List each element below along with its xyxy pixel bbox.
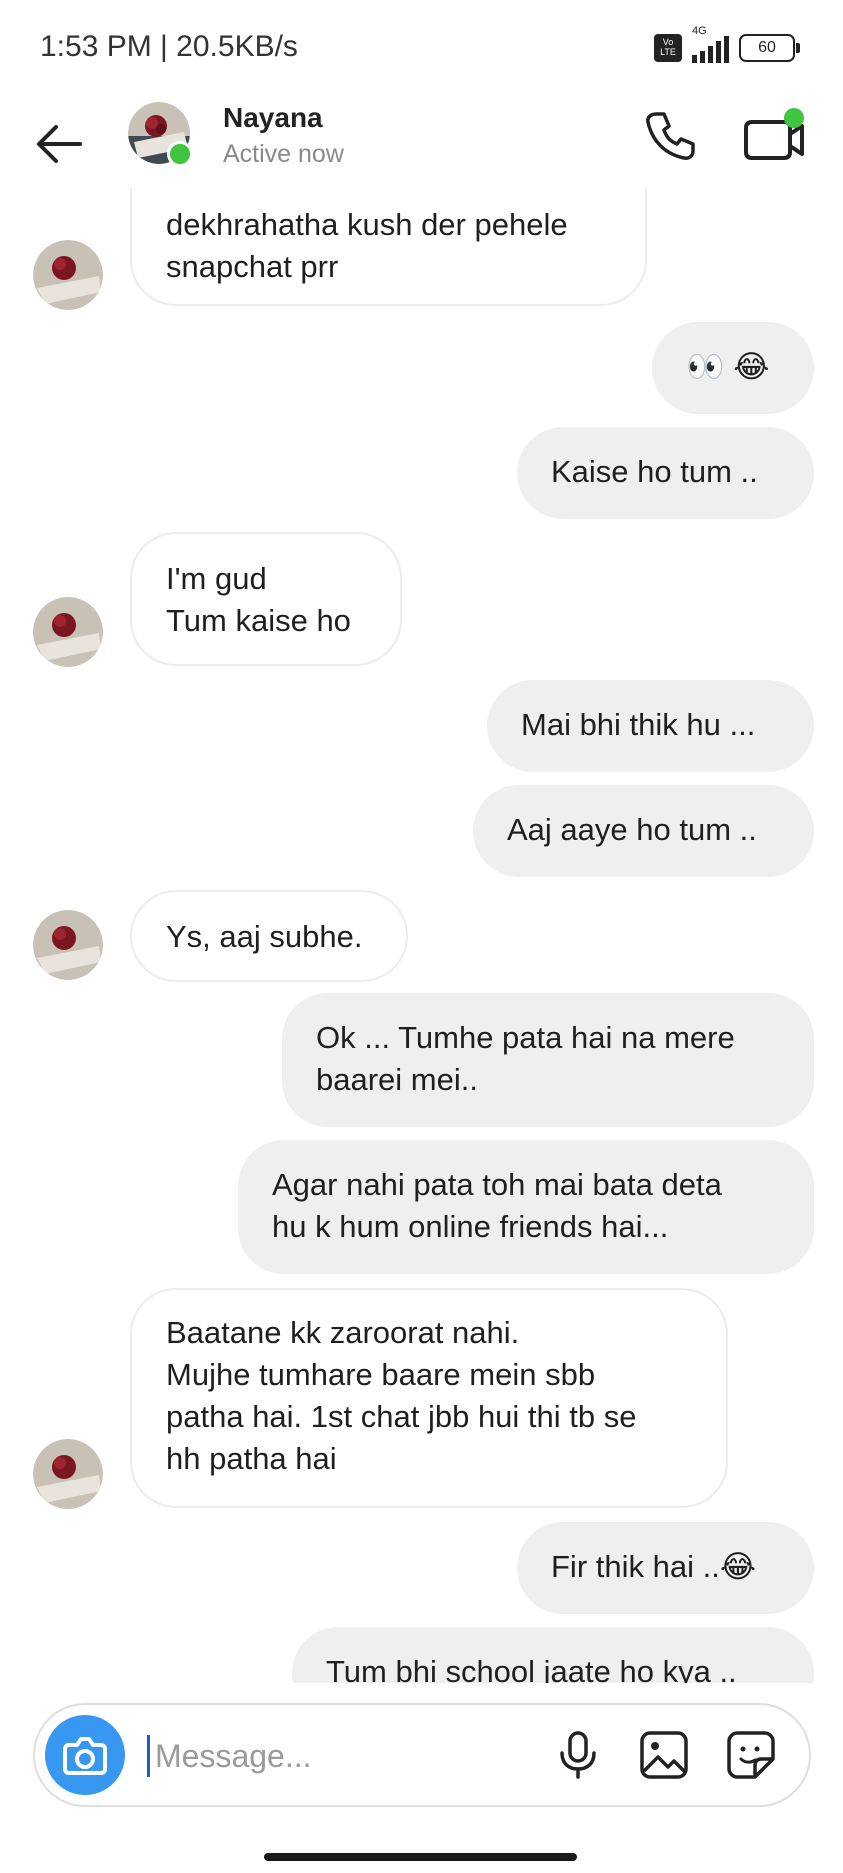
- active-status: Active now: [223, 140, 344, 168]
- sticker-icon[interactable]: [725, 1729, 777, 1781]
- battery-level: 60: [758, 39, 776, 56]
- message-bubble[interactable]: Baatane kk zaroorat nahi. Mujhe tumhare …: [130, 1288, 728, 1508]
- message-bubble[interactable]: Aaj aaye ho tum ..: [473, 785, 814, 877]
- message-bubble[interactable]: Ys, aaj subhe.: [130, 890, 408, 982]
- avatar[interactable]: [33, 597, 103, 667]
- message-thread[interactable]: dekhrahatha kush der pehele snapchat prr…: [0, 188, 843, 1683]
- message-composer: [33, 1703, 811, 1807]
- status-icons: Vo LTE 4G 60: [654, 25, 800, 68]
- signal-icon: 4G: [692, 25, 729, 63]
- message-input[interactable]: [147, 1723, 557, 1789]
- back-arrow-icon[interactable]: [30, 114, 90, 174]
- avatar[interactable]: [33, 240, 103, 310]
- network-type: 4G: [692, 25, 707, 37]
- microphone-icon[interactable]: [552, 1729, 604, 1781]
- battery-icon: 60: [739, 34, 800, 62]
- gallery-icon[interactable]: [638, 1729, 690, 1781]
- phone-icon[interactable]: [640, 106, 700, 166]
- status-time: 1:53 PM | 20.5KB/s: [40, 30, 298, 63]
- message-bubble[interactable]: Agar nahi pata toh mai bata deta hu k hu…: [238, 1140, 814, 1274]
- message-bubble[interactable]: 👀 😂: [652, 322, 814, 414]
- message-bubble[interactable]: Kaise ho tum ..: [517, 427, 814, 519]
- online-indicator: [167, 141, 193, 167]
- camera-icon: [63, 1737, 107, 1775]
- home-indicator[interactable]: [264, 1853, 577, 1861]
- message-bubble[interactable]: dekhrahatha kush der pehele snapchat prr: [130, 188, 647, 306]
- avatar[interactable]: [33, 910, 103, 980]
- message-bubble[interactable]: I'm gud Tum kaise ho: [130, 532, 402, 666]
- message-bubble[interactable]: Fir thik hai ..😂: [517, 1522, 814, 1614]
- video-call-icon[interactable]: [744, 106, 806, 166]
- status-bar: 1:53 PM | 20.5KB/s Vo LTE 4G 60: [0, 0, 843, 96]
- message-bubble[interactable]: Mai bhi thik hu ...: [487, 680, 814, 772]
- camera-button[interactable]: [45, 1715, 125, 1795]
- avatar[interactable]: [33, 1439, 103, 1509]
- message-bubble[interactable]: Ok ... Tumhe pata hai na mere baarei mei…: [282, 993, 814, 1127]
- message-bubble[interactable]: Tum bhi school jaate ho kya ..: [292, 1627, 814, 1683]
- volte-icon: Vo LTE: [654, 34, 682, 62]
- chat-header: Nayana Active now: [0, 96, 843, 196]
- contact-name[interactable]: Nayana: [223, 102, 323, 134]
